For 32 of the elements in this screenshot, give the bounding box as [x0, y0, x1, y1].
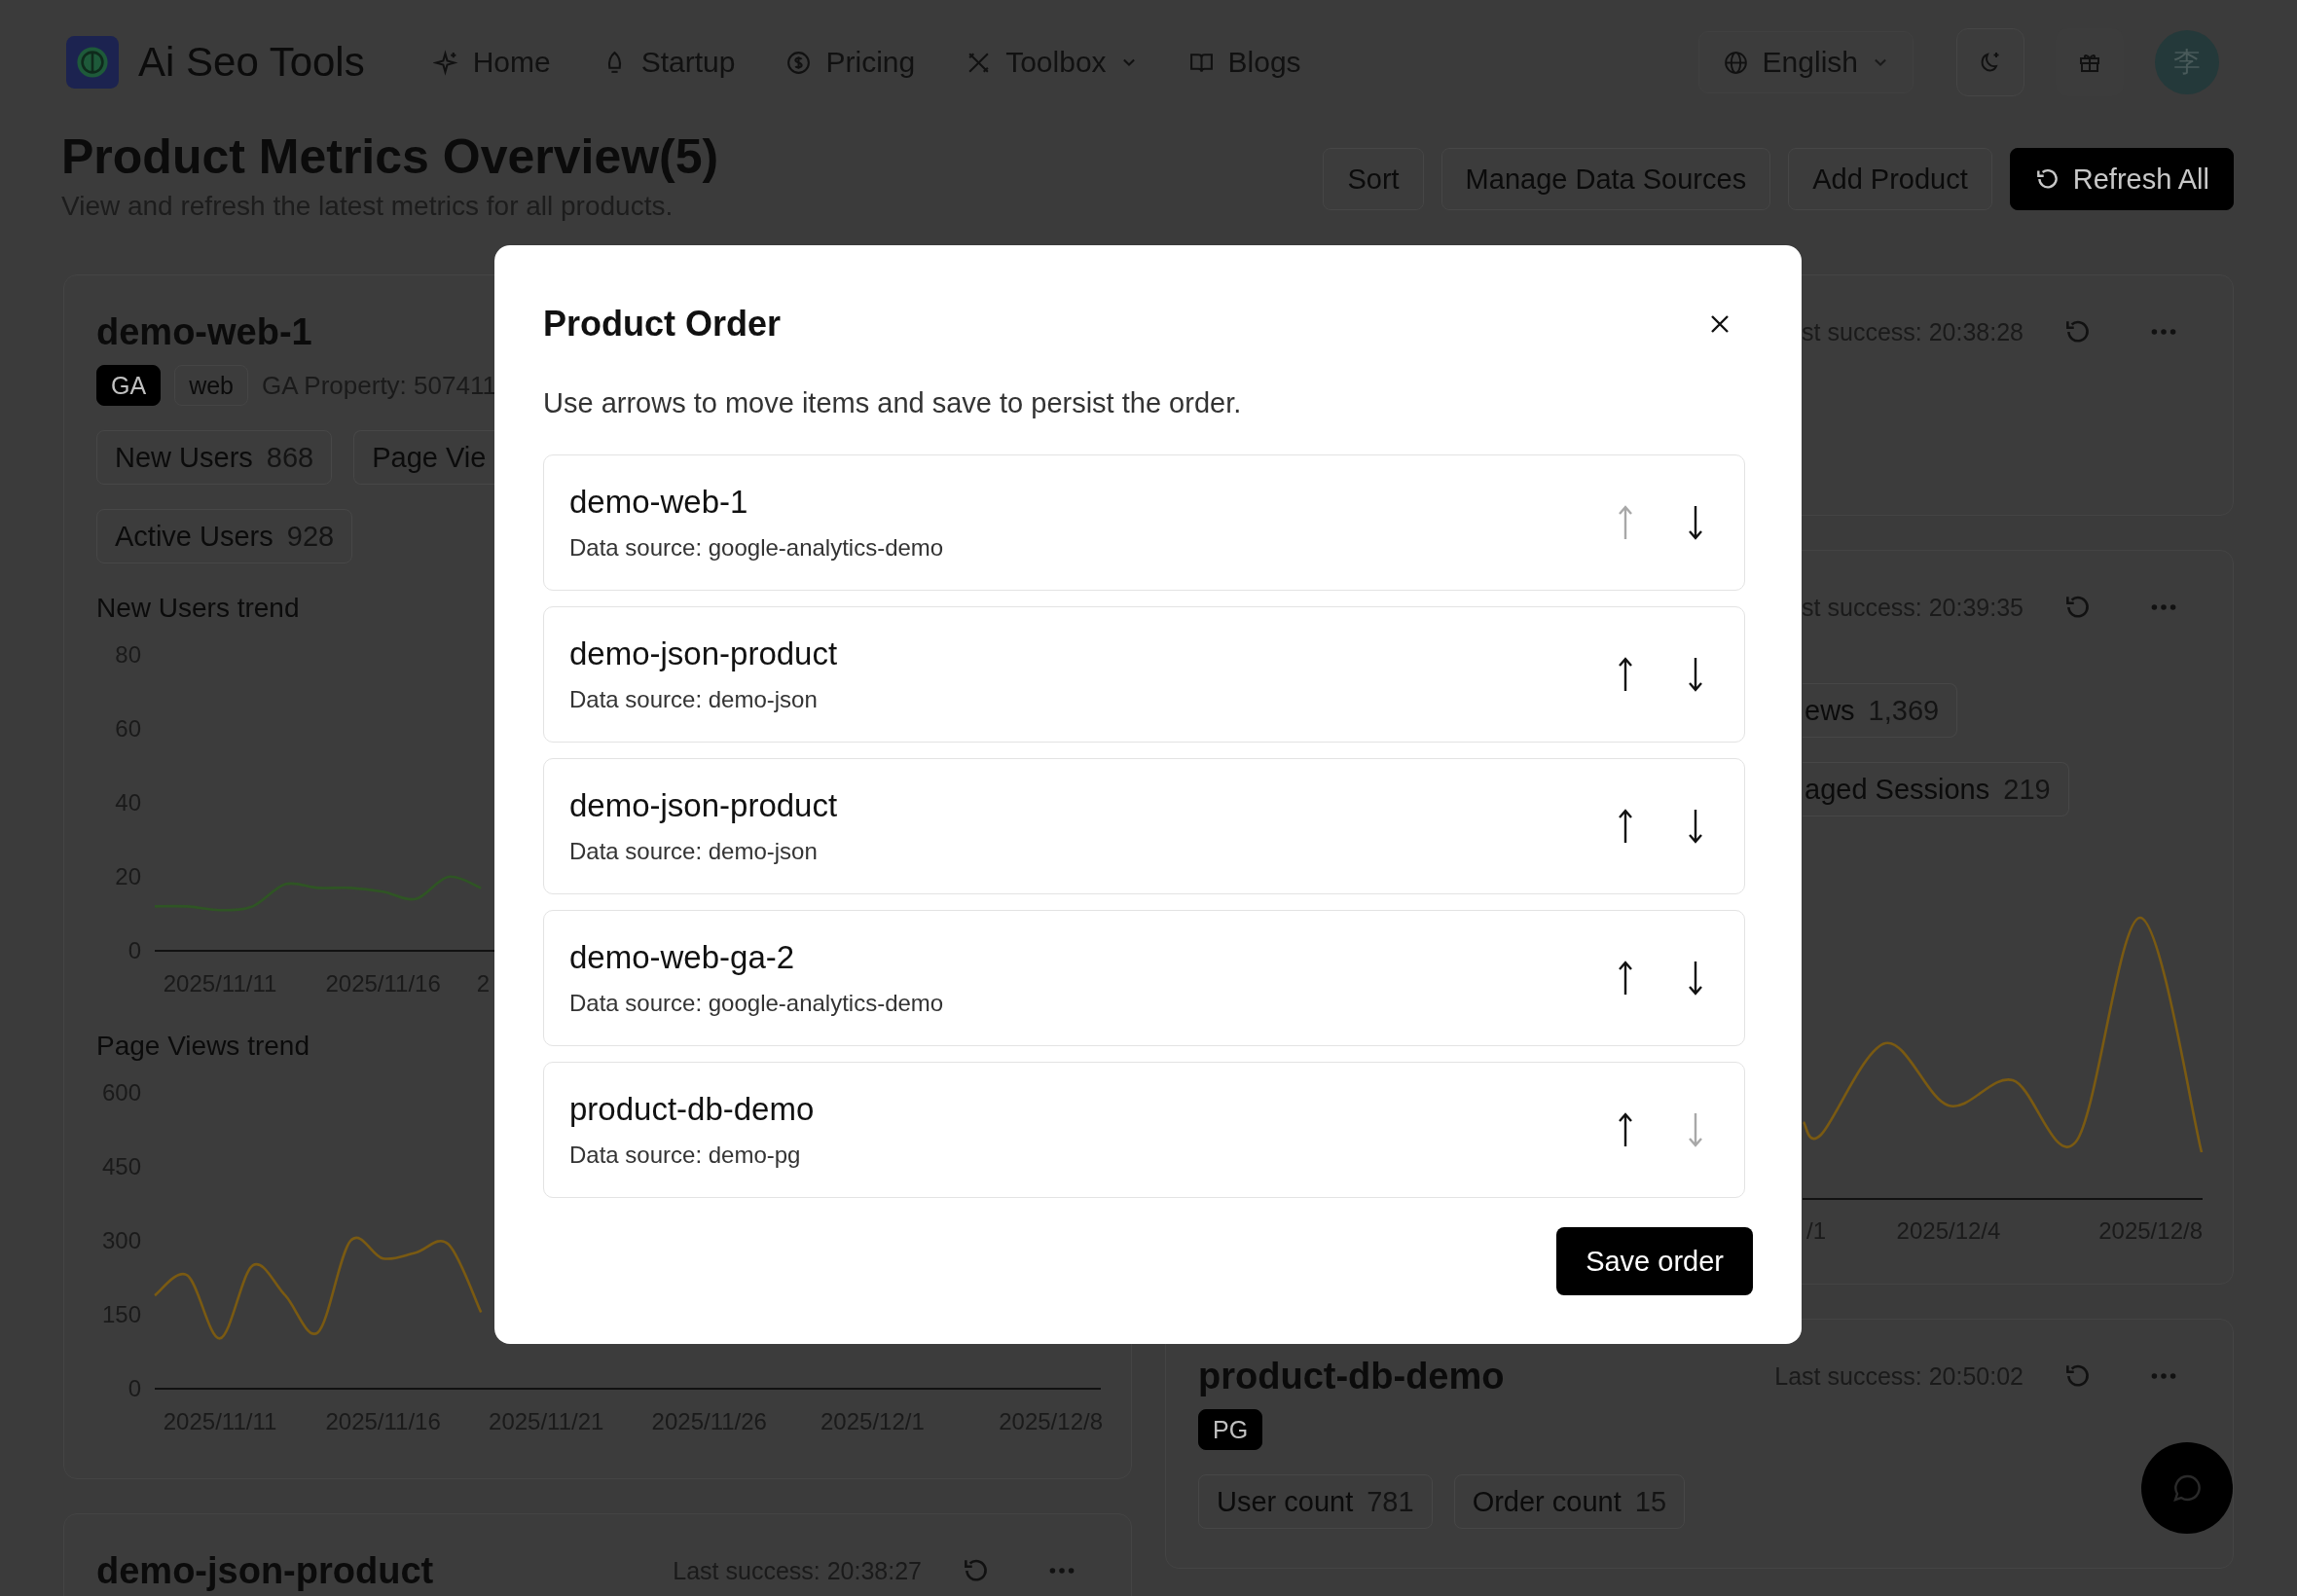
theme-toggle-button[interactable] [1956, 28, 2024, 96]
arrow-up-icon [1616, 959, 1635, 998]
item-source: Data source: demo-pg [569, 1142, 802, 1169]
arrow-up-icon [1616, 807, 1635, 846]
item-source: Data source: demo-json [569, 686, 819, 713]
item-name: demo-web-1 [569, 484, 749, 521]
item-name: product-db-demo [569, 1091, 816, 1128]
sparkle-icon [432, 49, 459, 76]
dialog-description: Use arrows to move items and save to persist the order. [543, 387, 1243, 419]
item-source: Data source: google-analytics-demo [569, 990, 945, 1017]
logo-icon [66, 36, 119, 89]
primary-button[interactable]: Refresh All [2009, 148, 2234, 210]
arrow-down-icon [1686, 655, 1705, 694]
arrow-up-icon [1616, 655, 1635, 694]
item-name: demo-web-ga-2 [569, 939, 796, 976]
arrow-up-icon [1616, 503, 1635, 542]
arrow-down-icon [1686, 1110, 1705, 1149]
dollar-icon [785, 49, 813, 76]
item-source: Data source: google-analytics-demo [569, 534, 945, 562]
globe-icon [1722, 49, 1749, 76]
item-name: demo-json-product [569, 635, 839, 672]
item-source: Data source: demo-json [569, 838, 819, 865]
dialog-title: Product Order [543, 304, 782, 345]
line-series [153, 875, 483, 912]
arrow-up-icon [1616, 1110, 1635, 1149]
arrow-down-icon [1686, 959, 1705, 998]
arrow-down-icon [1686, 503, 1705, 542]
item-name: demo-json-product [569, 787, 839, 824]
save-order-button[interactable]: Save order [1556, 1227, 1753, 1295]
source-tag: GA [96, 365, 162, 406]
source-tag: PG [1198, 1409, 1263, 1450]
arrow-down-icon [1686, 807, 1705, 846]
